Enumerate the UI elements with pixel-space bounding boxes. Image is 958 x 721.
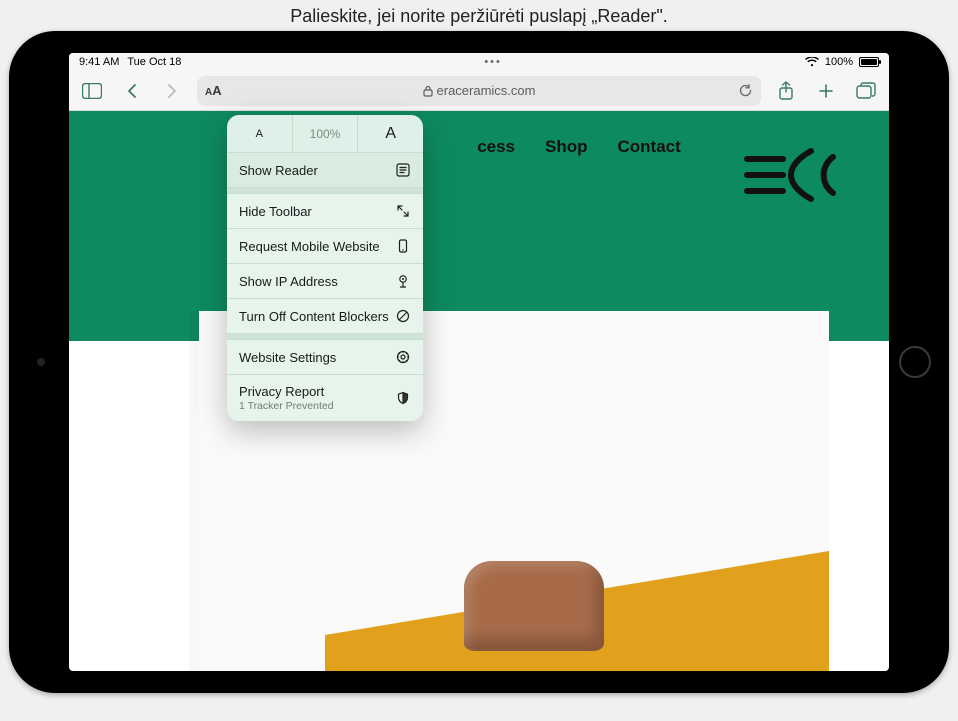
home-button[interactable] bbox=[899, 346, 931, 378]
menu-content-blockers[interactable]: Turn Off Content Blockers bbox=[227, 299, 423, 334]
menu-show-ip[interactable]: Show IP Address bbox=[227, 264, 423, 299]
url-bar[interactable]: AA eraceramics.com bbox=[197, 76, 761, 106]
menu-request-mobile[interactable]: Request Mobile Website bbox=[227, 229, 423, 264]
menu-show-reader[interactable]: Show Reader bbox=[227, 153, 423, 188]
callout-text: Palieskite, jei norite peržiūrėti puslap… bbox=[290, 6, 668, 26]
status-time: 9:41 AM bbox=[79, 56, 119, 68]
tabs-button[interactable] bbox=[851, 76, 881, 106]
nav-contact[interactable]: Contact bbox=[618, 137, 681, 157]
battery-percent: 100% bbox=[825, 56, 853, 68]
screen: 9:41 AM Tue Oct 18 ••• 100% bbox=[69, 53, 889, 671]
pin-icon bbox=[395, 273, 411, 289]
device-icon bbox=[395, 238, 411, 254]
menu-website-settings[interactable]: Website Settings bbox=[227, 340, 423, 375]
camera-dot bbox=[37, 358, 45, 366]
lock-icon bbox=[423, 85, 433, 97]
callout: Palieskite, jei norite peržiūrėti puslap… bbox=[0, 6, 958, 27]
menu-privacy-report[interactable]: Privacy Report 1 Tracker Prevented bbox=[227, 375, 423, 421]
status-date: Tue Oct 18 bbox=[127, 56, 181, 68]
hero-clay-image bbox=[464, 561, 604, 651]
menu-hide-toolbar[interactable]: Hide Toolbar bbox=[227, 194, 423, 229]
expand-icon bbox=[395, 203, 411, 219]
page-settings-aa-button[interactable]: AA bbox=[205, 83, 235, 98]
zoom-row: A 100% A bbox=[227, 115, 423, 153]
browser-toolbar: AA eraceramics.com bbox=[69, 71, 889, 111]
site-logo[interactable] bbox=[739, 147, 839, 203]
status-handle[interactable]: ••• bbox=[181, 56, 804, 68]
status-bar: 9:41 AM Tue Oct 18 ••• 100% bbox=[69, 53, 889, 71]
wifi-icon bbox=[805, 57, 819, 67]
sidebar-button[interactable] bbox=[77, 76, 107, 106]
web-page: cess Shop Contact bbox=[69, 111, 889, 671]
nav-shop[interactable]: Shop bbox=[545, 137, 588, 157]
url-text: eraceramics.com bbox=[437, 83, 536, 98]
zoom-value: 100% bbox=[293, 115, 359, 152]
site-header: cess Shop Contact bbox=[69, 111, 889, 341]
nosign-icon bbox=[395, 308, 411, 324]
reload-button[interactable] bbox=[738, 83, 753, 98]
ipad-frame: 9:41 AM Tue Oct 18 ••• 100% bbox=[9, 31, 949, 693]
zoom-increase-button[interactable]: A bbox=[358, 115, 423, 152]
privacy-subtext: 1 Tracker Prevented bbox=[239, 400, 334, 412]
aa-large: A bbox=[212, 83, 221, 98]
battery-icon bbox=[859, 57, 879, 67]
share-button[interactable] bbox=[771, 76, 801, 106]
shield-icon bbox=[395, 390, 411, 406]
gear-icon bbox=[395, 349, 411, 365]
new-tab-button[interactable] bbox=[811, 76, 841, 106]
zoom-decrease-button[interactable]: A bbox=[227, 115, 293, 152]
url-display: eraceramics.com bbox=[197, 83, 761, 98]
back-button[interactable] bbox=[117, 76, 147, 106]
forward-button[interactable] bbox=[157, 76, 187, 106]
reader-icon bbox=[395, 162, 411, 178]
page-settings-popover: A 100% A Show Reader Hide Toolbar Reques… bbox=[227, 115, 423, 421]
